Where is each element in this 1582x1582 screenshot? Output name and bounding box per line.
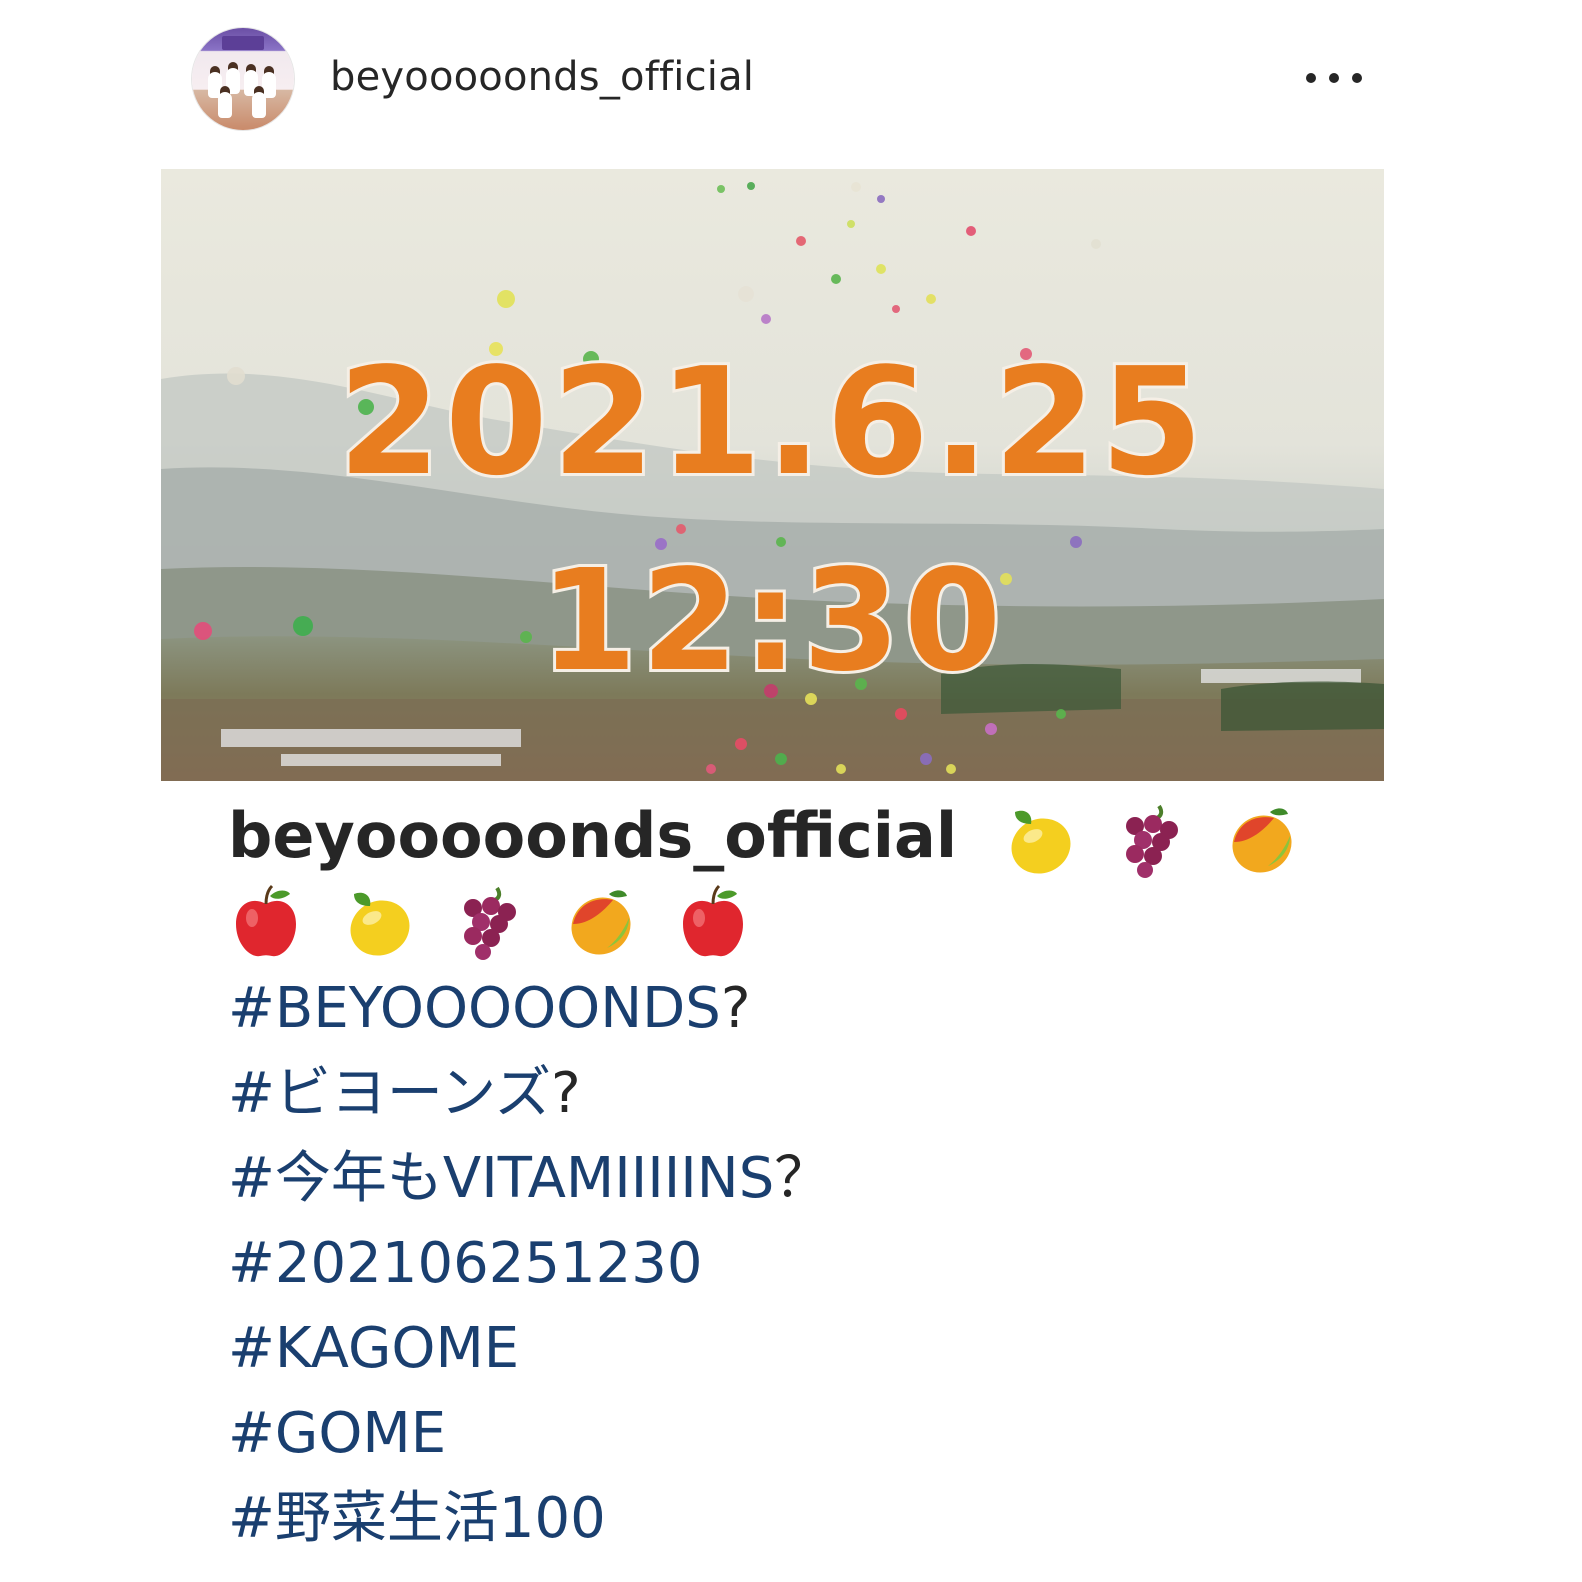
hashtag-line: #ビヨーンズ?	[228, 1051, 1398, 1136]
mango-emoji	[1232, 808, 1292, 873]
hashtag-link[interactable]: #BEYOOOOONDS	[228, 976, 721, 1041]
hashtag-line: #GOME	[228, 1391, 1398, 1476]
post-image[interactable]: 2021.6.25 12:30	[161, 169, 1384, 781]
caption-head: beyooooonds_official	[228, 796, 1398, 960]
hashtag-link[interactable]: #今年もVITAMIIIIINS	[228, 1146, 774, 1211]
hashtag-line: #KAGOME	[228, 1306, 1398, 1391]
hashtag-link[interactable]: #KAGOME	[228, 1316, 519, 1381]
avatar-person	[218, 92, 232, 118]
caption-username[interactable]: beyooooonds_official	[228, 799, 957, 872]
header-username[interactable]: beyooooonds_official	[330, 54, 754, 100]
hashtag-link[interactable]: #野菜生活100	[228, 1486, 606, 1551]
more-dots-icon	[1306, 73, 1316, 83]
lemon-emoji	[350, 892, 410, 956]
hashtag-list: #BEYOOOOONDS? #ビヨーンズ? #今年もVITAMIIIIINS？ …	[228, 966, 1398, 1561]
hashtag-suffix: ?	[720, 975, 751, 1041]
hashtag-line: #202106251230	[228, 1221, 1398, 1306]
post-header: beyooooonds_official	[190, 26, 1380, 132]
hashtag-link[interactable]: #202106251230	[228, 1231, 702, 1296]
more-options-button[interactable]	[1306, 58, 1362, 98]
avatar-person	[252, 92, 266, 118]
grapes-emoji	[464, 886, 517, 960]
overlay-time-text: 12:30	[537, 540, 1006, 703]
red-apple-emoji	[682, 884, 743, 957]
hashtag-suffix: ?	[551, 1060, 581, 1126]
post-caption: beyooooonds_official #BEYOOOOONDS? #ビヨーン…	[228, 796, 1398, 1561]
hashtag-line: #野菜生活100	[228, 1476, 1398, 1561]
more-dots-icon	[1352, 73, 1362, 83]
lemon-emoji	[1011, 810, 1071, 874]
hashtag-line: #今年もVITAMIIIIINS？	[228, 1136, 1398, 1221]
more-dots-icon	[1329, 73, 1339, 83]
hashtag-line: #BEYOOOOONDS?	[228, 966, 1398, 1051]
red-apple-emoji	[236, 884, 296, 957]
grapes-emoji	[1125, 804, 1178, 878]
mango-emoji	[571, 890, 631, 955]
avatar[interactable]	[192, 28, 294, 130]
hashtag-suffix: ？	[774, 1145, 831, 1211]
hashtag-link[interactable]: #ビヨーンズ	[228, 1061, 551, 1126]
avatar-person	[226, 68, 240, 94]
avatar-banner	[222, 36, 264, 50]
overlay-date-text: 2021.6.25	[335, 336, 1208, 508]
hashtag-link[interactable]: #GOME	[228, 1401, 446, 1466]
